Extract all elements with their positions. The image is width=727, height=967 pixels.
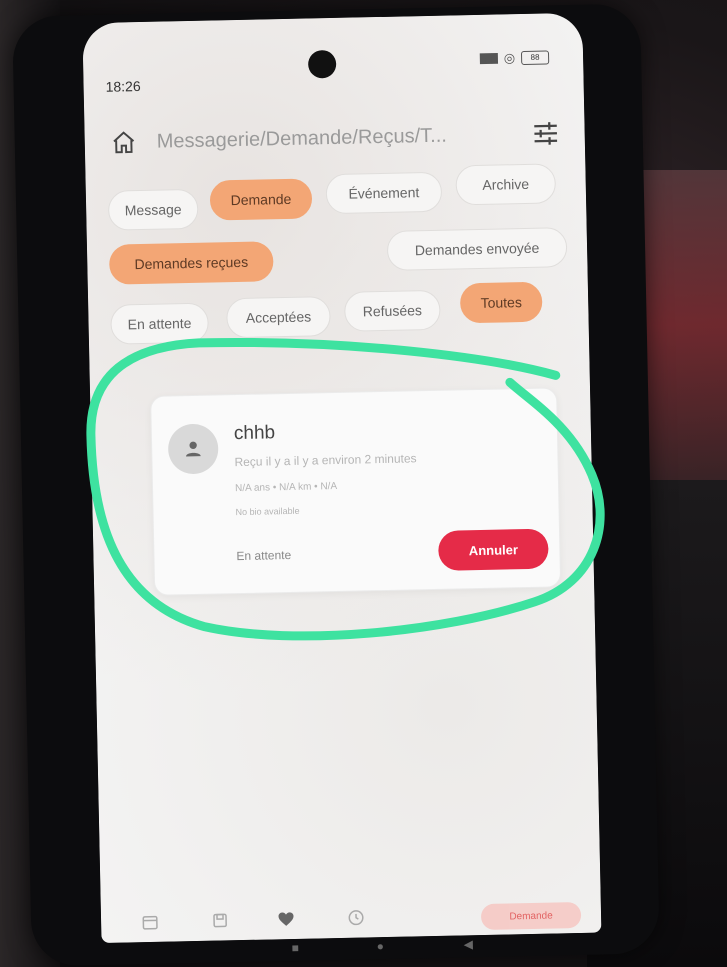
- back-icon[interactable]: ◀: [464, 937, 474, 951]
- home-system-icon[interactable]: ●: [377, 939, 385, 953]
- highlight-stroke: [86, 337, 605, 641]
- highlight-annotation: [86, 337, 605, 641]
- phone-device: 18:26 ▉▉▉ ◎ 88 Messagerie/Demande/Reçus/…: [12, 3, 660, 967]
- recent-apps-icon[interactable]: ■: [292, 941, 300, 955]
